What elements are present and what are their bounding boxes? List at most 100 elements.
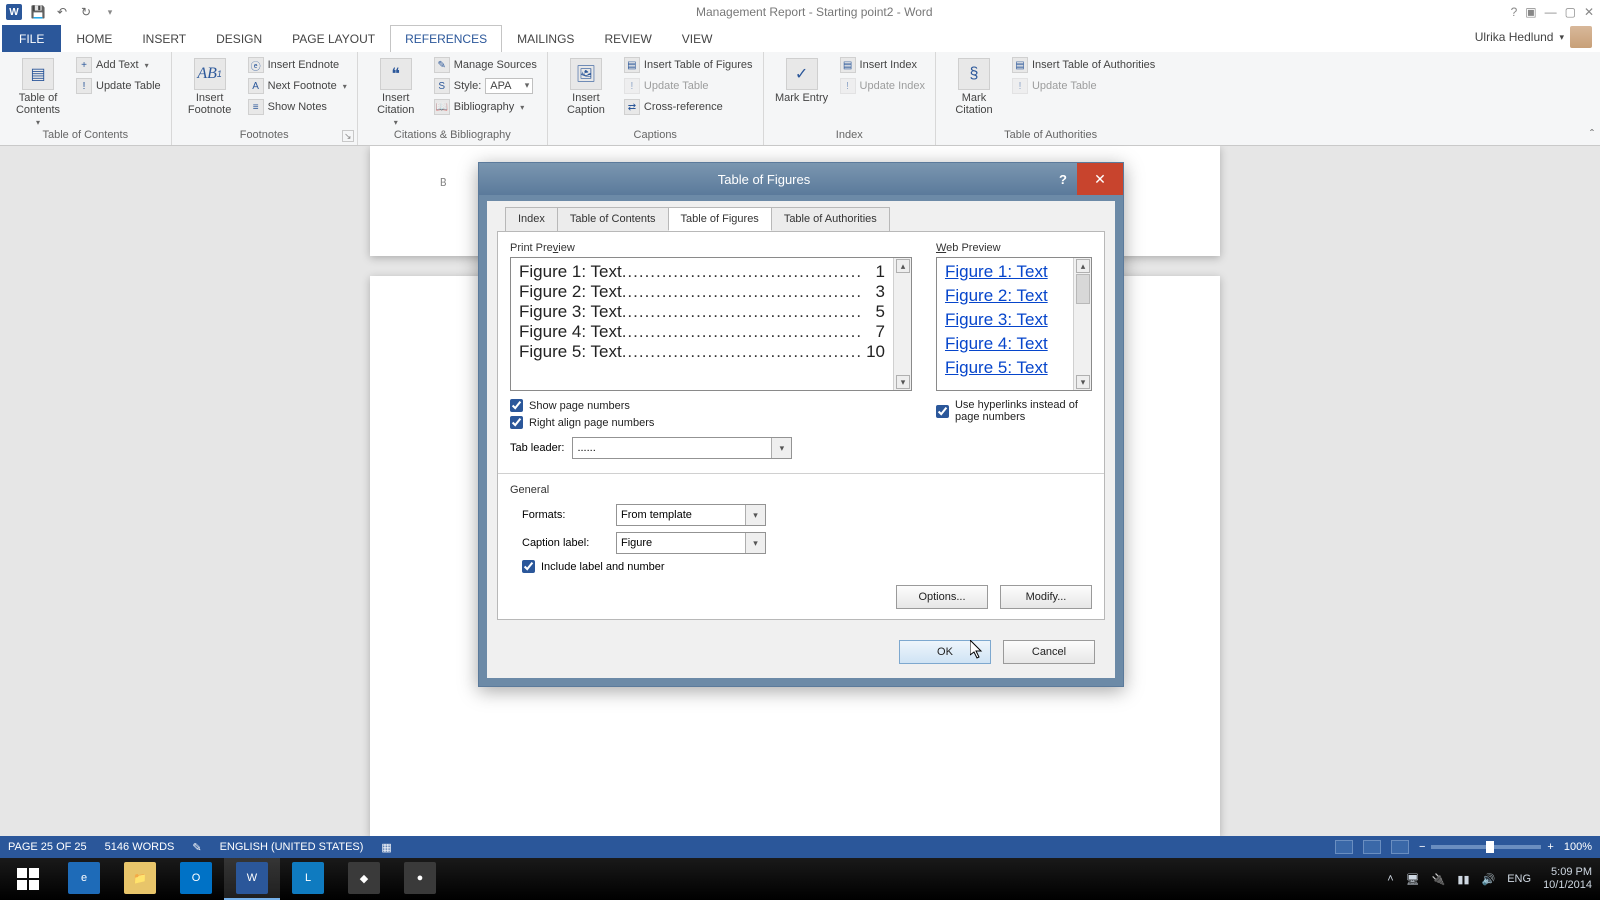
right-align-checkbox[interactable]: Right align page numbers [510,416,912,429]
update-tof-button[interactable]: !Update Table [622,77,755,95]
tray-language[interactable]: ENG [1507,873,1531,885]
ok-button[interactable]: OK [899,640,991,664]
dialog-tab-tof[interactable]: Table of Figures [668,207,772,231]
dialog-title-bar[interactable]: Table of Figures ? ✕ [479,163,1123,195]
print-layout-icon[interactable] [1363,840,1381,854]
update-tof-label: Update Table [644,80,709,92]
manage-sources-button[interactable]: ✎Manage Sources [432,56,539,74]
taskbar-word[interactable]: W [224,858,280,900]
insert-footnote-button[interactable]: AB1 Insert Footnote [180,56,240,116]
footnotes-launcher-icon[interactable]: ↘ [342,130,354,142]
tray-power-icon[interactable]: 🔌 [1432,873,1446,886]
minimize-icon[interactable]: — [1545,5,1557,19]
web-preview-scrollbar[interactable]: ▴ ▾ [1073,258,1091,390]
show-notes-button[interactable]: ≡Show Notes [246,98,349,116]
add-text-button[interactable]: +Add Text▾ [74,56,163,74]
tab-mailings[interactable]: MAILINGS [502,25,589,52]
maximize-icon[interactable]: ▢ [1565,5,1576,19]
caption-label-select[interactable]: Figure ▾ [616,532,766,554]
dialog-close-icon[interactable]: ✕ [1077,163,1123,195]
group-captions: 🖼 Insert Caption ▤Insert Table of Figure… [548,52,764,145]
macro-indicator-icon[interactable]: ▦ [381,841,391,854]
scroll-down-icon[interactable]: ▾ [1076,375,1090,389]
insert-endnote-button[interactable]: ⓔInsert Endnote [246,56,349,74]
mark-entry-button[interactable]: ✓ Mark Entry [772,56,832,104]
zoom-in-icon[interactable]: + [1547,841,1553,853]
zoom-level[interactable]: 100% [1564,841,1592,853]
spellcheck-icon[interactable]: ✎ [192,841,201,854]
scroll-up-icon[interactable]: ▴ [1076,259,1090,273]
language-indicator[interactable]: ENGLISH (UNITED STATES) [220,841,364,853]
zoom-slider[interactable]: − + [1419,841,1554,853]
table-of-contents-button[interactable]: ▤ Table of Contents ▾ [8,56,68,127]
tray-clock[interactable]: 5:09 PM 10/1/2014 [1543,866,1592,892]
insert-table-of-figures-button[interactable]: ▤Insert Table of Figures [622,56,755,74]
tray-up-icon[interactable]: ˄ [1387,873,1393,885]
dialog-tab-toc[interactable]: Table of Contents [557,207,669,231]
help-icon[interactable]: ? [1511,5,1518,19]
tab-insert[interactable]: INSERT [127,25,201,52]
taskbar-ie[interactable]: e [56,858,112,900]
update-index-button[interactable]: !Update Index [838,77,927,95]
page-indicator[interactable]: PAGE 25 OF 25 [8,841,87,853]
mark-citation-button[interactable]: § Mark Citation [944,56,1004,116]
taskbar-lync[interactable]: L [280,858,336,900]
save-icon[interactable]: 💾 [30,4,46,20]
tray-volume-icon[interactable]: 🔊 [1482,873,1496,886]
style-value[interactable]: APA [485,78,533,94]
citation-style-select[interactable]: SStyle: APA [432,77,539,95]
tab-leader-select[interactable]: ...... ▾ [572,437,792,459]
cancel-button[interactable]: Cancel [1003,640,1095,664]
insert-caption-button[interactable]: 🖼 Insert Caption [556,56,616,116]
ribbon-tab-strip: FILE HOME INSERT DESIGN PAGE LAYOUT REFE… [0,24,1600,52]
collapse-ribbon-icon[interactable]: ˆ [1590,127,1594,141]
qat-customize-icon[interactable]: ▾ [102,4,118,20]
insert-index-button[interactable]: ▤Insert Index [838,56,927,74]
redo-icon[interactable]: ↻ [78,4,94,20]
insert-toa-button[interactable]: ▤Insert Table of Authorities [1010,56,1157,74]
update-toa-button[interactable]: !Update Table [1010,77,1157,95]
formats-select[interactable]: From template ▾ [616,504,766,526]
show-page-numbers-checkbox[interactable]: Show page numbers [510,399,912,412]
options-button[interactable]: Options... [896,585,988,609]
tab-file[interactable]: FILE [2,25,61,52]
modify-button[interactable]: Modify... [1000,585,1092,609]
undo-icon[interactable]: ↶ [54,4,70,20]
ribbon-display-icon[interactable]: ▣ [1525,5,1536,19]
caption-icon: 🖼 [570,58,602,90]
taskbar-outlook[interactable]: O [168,858,224,900]
bibliography-button[interactable]: 📖Bibliography▾ [432,98,539,116]
update-toc-button[interactable]: !Update Table [74,77,163,95]
include-label-text: Include label and number [541,561,665,573]
dialog-help-icon[interactable]: ? [1049,172,1077,187]
tab-references[interactable]: REFERENCES [390,25,502,52]
tray-network-icon[interactable]: ▮▮ [1457,873,1469,886]
zoom-out-icon[interactable]: − [1419,841,1425,853]
tab-home[interactable]: HOME [61,25,127,52]
tab-design[interactable]: DESIGN [201,25,277,52]
dialog-tab-index[interactable]: Index [505,207,558,231]
taskbar-explorer[interactable]: 📁 [112,858,168,900]
use-hyperlinks-checkbox[interactable]: Use hyperlinks instead of page numbers [936,399,1092,423]
cross-reference-button[interactable]: ⇄Cross-reference [622,98,755,116]
scroll-down-icon[interactable]: ▾ [896,375,910,389]
word-count[interactable]: 5146 WORDS [105,841,175,853]
scrollbar-thumb[interactable] [1076,274,1090,304]
taskbar-app-1[interactable]: ◆ [336,858,392,900]
include-label-checkbox[interactable]: Include label and number [522,560,665,573]
taskbar-app-2[interactable]: ● [392,858,448,900]
dialog-tab-toa[interactable]: Table of Authorities [771,207,890,231]
scroll-up-icon[interactable]: ▴ [896,259,910,273]
account-user[interactable]: Ulrika Hedlund ▾ [1475,26,1592,48]
next-footnote-button[interactable]: ANext Footnote▾ [246,77,349,95]
close-window-icon[interactable]: ✕ [1584,5,1594,19]
print-preview-scrollbar[interactable]: ▴ ▾ [893,258,911,390]
web-layout-icon[interactable] [1391,840,1409,854]
tab-view[interactable]: VIEW [667,25,728,52]
start-button[interactable] [0,858,56,900]
read-mode-icon[interactable] [1335,840,1353,854]
insert-citation-button[interactable]: ❝ Insert Citation ▾ [366,56,426,127]
tray-monitor-icon[interactable]: 🖥 [1406,873,1420,886]
tab-page-layout[interactable]: PAGE LAYOUT [277,25,390,52]
tab-review[interactable]: REVIEW [589,25,666,52]
